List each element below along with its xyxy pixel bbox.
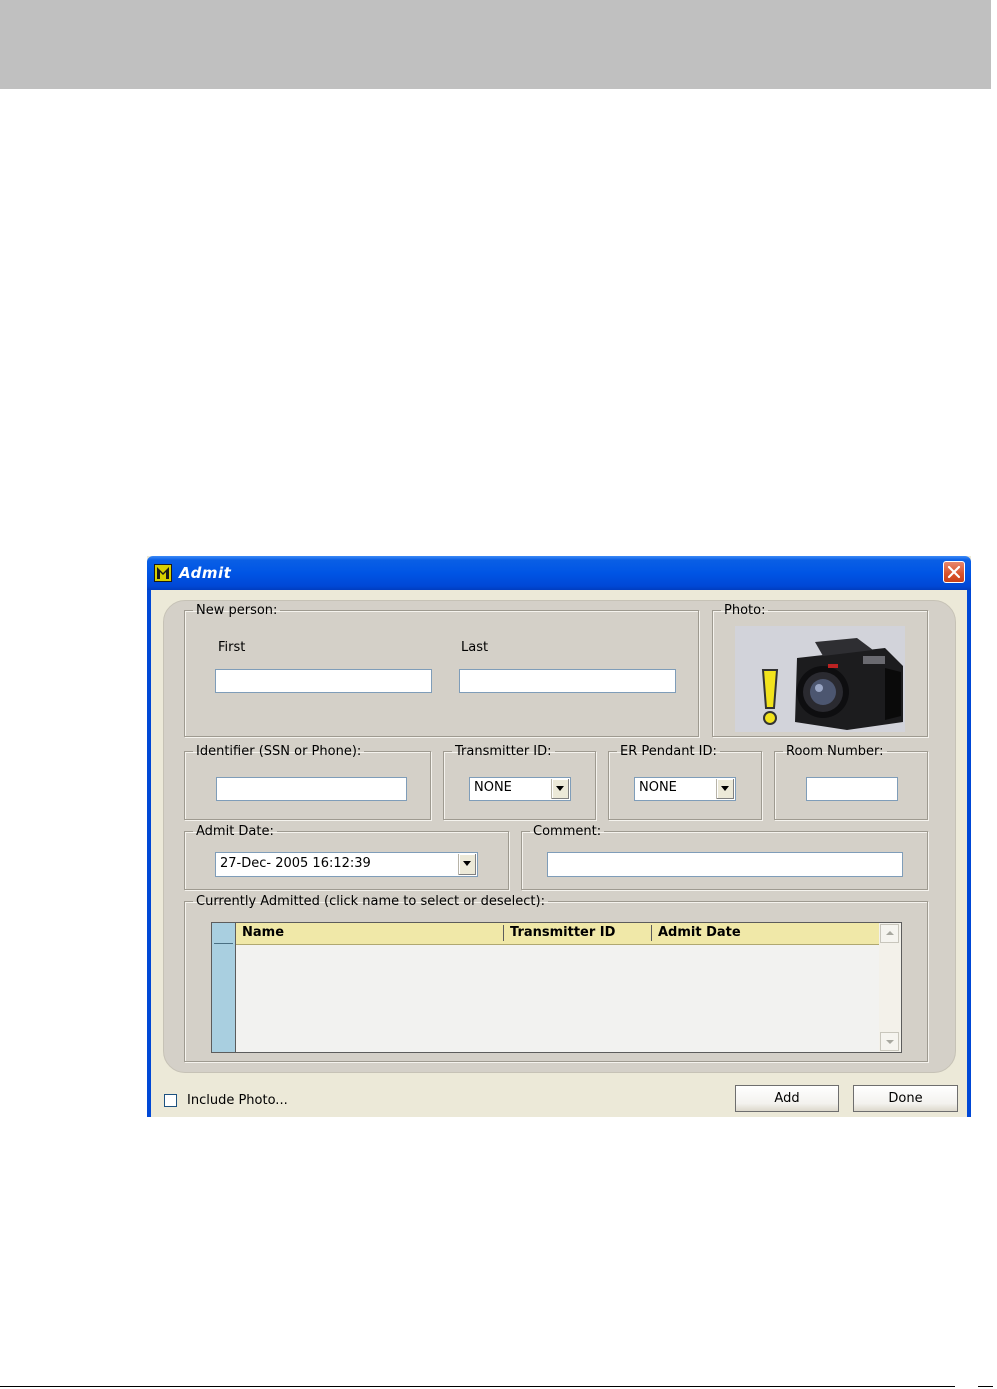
close-icon xyxy=(947,565,961,579)
done-button[interactable]: Done xyxy=(853,1085,958,1112)
page-header-bar xyxy=(0,0,991,89)
chevron-down-icon[interactable] xyxy=(458,854,476,875)
comment-legend: Comment: xyxy=(533,824,602,839)
er-pendant-id-select[interactable]: NONE xyxy=(634,777,736,801)
row-header-column[interactable] xyxy=(212,923,236,1052)
currently-admitted-legend: Currently Admitted (click name to select… xyxy=(196,894,545,909)
scroll-up-button[interactable] xyxy=(880,924,899,943)
chevron-down-icon[interactable] xyxy=(551,779,569,799)
window-frame xyxy=(967,590,971,1117)
page-footer-rule xyxy=(0,1386,955,1387)
admit-date-value: 27-Dec- 2005 16:12:39 xyxy=(220,856,371,871)
last-name-input[interactable] xyxy=(459,669,676,693)
new-person-legend: New person: xyxy=(196,603,278,618)
comment-input[interactable] xyxy=(547,852,903,877)
add-button[interactable]: Add xyxy=(735,1085,839,1112)
column-header-transmitter-id[interactable]: Transmitter ID xyxy=(510,925,615,940)
transmitter-id-legend: Transmitter ID: xyxy=(455,744,552,759)
column-header-name[interactable]: Name xyxy=(242,925,284,940)
column-header-admit-date[interactable]: Admit Date xyxy=(658,925,741,940)
admit-date-legend: Admit Date: xyxy=(196,824,274,839)
transmitter-id-value: NONE xyxy=(474,780,512,795)
transmitter-id-select[interactable]: NONE xyxy=(469,777,571,801)
er-pendant-id-legend: ER Pendant ID: xyxy=(620,744,717,759)
title-bar[interactable]: Admit xyxy=(147,556,971,590)
photo-legend: Photo: xyxy=(724,603,766,618)
include-photo-checkbox[interactable] xyxy=(164,1094,177,1107)
room-number-input[interactable] xyxy=(806,777,898,801)
chevron-down-icon[interactable] xyxy=(716,779,734,799)
page-footer-mark xyxy=(978,1386,993,1387)
photo-placeholder[interactable] xyxy=(735,626,905,732)
first-name-label: First xyxy=(218,640,246,655)
last-name-label: Last xyxy=(461,640,489,655)
admitted-table[interactable]: Name Transmitter ID Admit Date xyxy=(211,922,902,1053)
first-name-input[interactable] xyxy=(215,669,432,693)
warning-exclamation-icon xyxy=(761,669,779,725)
vertical-scrollbar[interactable] xyxy=(879,923,901,1052)
table-header: Name Transmitter ID Admit Date xyxy=(236,923,879,945)
room-number-legend: Room Number: xyxy=(786,744,884,759)
close-button[interactable] xyxy=(943,561,965,583)
app-icon xyxy=(154,564,172,582)
column-divider[interactable] xyxy=(503,925,504,941)
identifier-legend: Identifier (SSN or Phone): xyxy=(196,744,362,759)
scroll-down-button[interactable] xyxy=(880,1032,899,1051)
identifier-input[interactable] xyxy=(216,777,407,801)
window-title: Admit xyxy=(179,564,232,582)
er-pendant-id-value: NONE xyxy=(639,780,677,795)
include-photo-label[interactable]: Include Photo... xyxy=(187,1093,288,1108)
column-divider[interactable] xyxy=(651,925,652,941)
admit-date-picker[interactable]: 27-Dec- 2005 16:12:39 xyxy=(215,852,478,877)
